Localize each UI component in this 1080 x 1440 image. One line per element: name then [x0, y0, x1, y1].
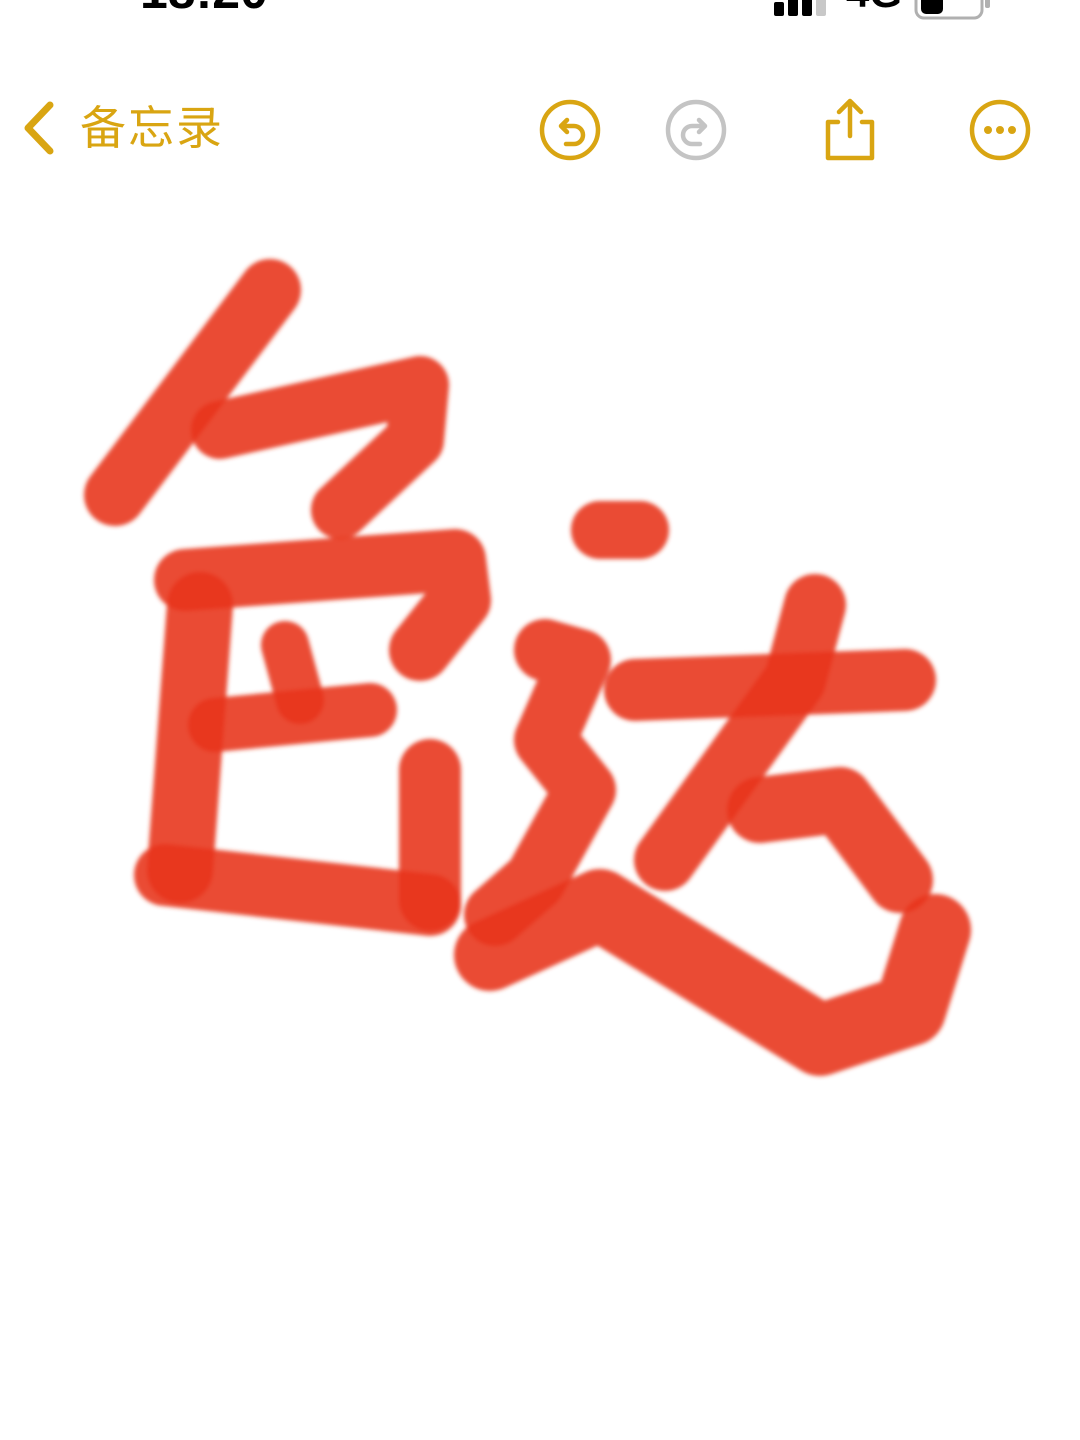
nav-bar: 备忘录 [0, 80, 1080, 180]
redo-icon [665, 99, 727, 161]
undo-icon [539, 99, 601, 161]
handwriting-drawing [84, 259, 971, 1076]
undo-button[interactable] [536, 96, 604, 164]
battery-icon [914, 0, 990, 20]
network-label: 4G [846, 0, 902, 14]
back-button[interactable]: 备忘录 [20, 98, 224, 158]
share-icon [825, 98, 875, 161]
more-button[interactable] [966, 96, 1034, 164]
status-bar: 18:20 4G [0, 0, 1080, 24]
signal-icon [774, 0, 826, 16]
back-label: 备忘录 [80, 101, 224, 155]
share-button[interactable] [814, 96, 882, 164]
redo-button[interactable] [662, 96, 730, 164]
more-icon [969, 99, 1031, 161]
notes-drawing-screen: 18:20 4G 备忘录 [0, 0, 1080, 1440]
drawing-canvas[interactable] [0, 190, 1080, 1440]
chevron-left-icon [24, 101, 54, 155]
status-time: 18:20 [140, 0, 268, 16]
